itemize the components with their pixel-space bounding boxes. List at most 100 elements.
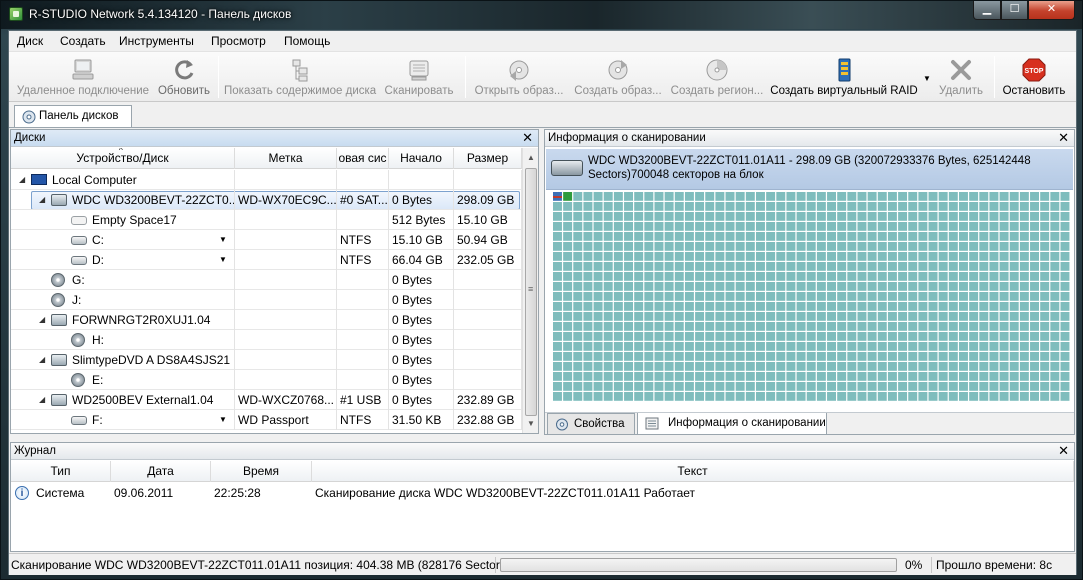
table-row[interactable]: D: ▼ NTFS 66.04 GB 232.05 GB bbox=[11, 250, 522, 270]
app-icon[interactable] bbox=[9, 7, 23, 21]
scan-block bbox=[918, 362, 928, 371]
table-row[interactable]: G: 0 Bytes bbox=[11, 270, 522, 290]
raid-dropdown-arrow[interactable]: ▼ bbox=[923, 74, 931, 83]
scan-block bbox=[684, 302, 694, 311]
scan-block bbox=[583, 212, 593, 221]
minimize-button[interactable]: ▁ bbox=[973, 1, 1001, 20]
scan-block bbox=[654, 262, 664, 271]
dropdown-arrow-icon[interactable]: ▼ bbox=[219, 250, 227, 270]
scan-block bbox=[1050, 212, 1060, 221]
scan-block bbox=[959, 382, 968, 391]
scan-map[interactable] bbox=[553, 192, 1071, 402]
scroll-thumb[interactable]: ≡ bbox=[525, 168, 537, 416]
scan-block bbox=[613, 352, 623, 361]
scan-block bbox=[654, 382, 664, 391]
table-row[interactable]: ◢ WD2500BEV External1.04 WD-WXCZ0768... #1 … bbox=[11, 390, 522, 410]
log-panel-close-icon[interactable]: ✕ bbox=[1058, 443, 1069, 459]
title-bar[interactable]: R-STUDIO Network 5.4.134120 - Панель дис… bbox=[1, 1, 1082, 29]
table-row[interactable]: E: 0 Bytes bbox=[11, 370, 522, 390]
table-row[interactable]: C: ▼ NTFS 15.10 GB 50.94 GB bbox=[11, 230, 522, 250]
table-row[interactable]: J: 0 Bytes bbox=[11, 290, 522, 310]
column-header-size[interactable]: Размер bbox=[454, 148, 522, 169]
table-row[interactable]: Empty Space17 512 Bytes 15.10 GB bbox=[11, 210, 522, 230]
scan-block bbox=[898, 322, 908, 331]
column-header-start[interactable]: Начало bbox=[389, 148, 454, 169]
scan-block bbox=[745, 252, 755, 261]
close-button[interactable]: ✕ bbox=[1028, 1, 1075, 20]
refresh-button[interactable]: Обновить bbox=[155, 54, 213, 100]
tab-scan-info[interactable]: Информация о сканировании bbox=[637, 413, 827, 435]
column-header-type[interactable]: Тип bbox=[11, 461, 111, 482]
scan-block bbox=[867, 272, 877, 281]
log-row[interactable]: i Система 09.06.2011 22:25:28 Сканирован… bbox=[11, 483, 1074, 503]
expand-toggle-icon[interactable]: ◢ bbox=[39, 390, 49, 410]
scan-block bbox=[979, 362, 989, 371]
expand-toggle-icon[interactable]: ◢ bbox=[39, 350, 49, 370]
scan-block bbox=[948, 332, 958, 341]
table-row[interactable]: H: 0 Bytes bbox=[11, 330, 522, 350]
scan-block bbox=[563, 192, 573, 201]
scan-block bbox=[837, 362, 847, 371]
scan-block bbox=[603, 372, 613, 381]
column-header-label[interactable]: Метка bbox=[235, 148, 337, 169]
create-virtual-raid-button[interactable]: Создать виртуальный RAID bbox=[769, 54, 919, 100]
expand-toggle-icon[interactable]: ◢ bbox=[39, 190, 49, 210]
scan-block bbox=[735, 352, 745, 361]
scan-block bbox=[938, 292, 948, 301]
table-row[interactable]: ◢ FORWNRGT2R0XUJ1.04 0 Bytes bbox=[11, 310, 522, 330]
scan-block bbox=[979, 332, 989, 341]
scan-panel-close-icon[interactable]: ✕ bbox=[1058, 130, 1069, 146]
scan-button[interactable]: Сканировать bbox=[379, 54, 459, 100]
scan-block bbox=[756, 272, 765, 281]
cell-label bbox=[235, 350, 337, 370]
column-header-device[interactable]: Устройство/Диск ^ bbox=[11, 148, 235, 169]
scan-block bbox=[634, 382, 644, 391]
column-header-time[interactable]: Время bbox=[211, 461, 312, 482]
dropdown-arrow-icon[interactable]: ▼ bbox=[219, 230, 227, 250]
column-header-date[interactable]: Дата bbox=[111, 461, 211, 482]
table-row[interactable]: ◢ Local Computer bbox=[11, 170, 522, 190]
table-row[interactable]: F: ▼ WD Passport NTFS 31.50 KB 232.88 GB bbox=[11, 410, 522, 430]
scan-block bbox=[654, 202, 664, 211]
scan-block bbox=[735, 362, 745, 371]
menu-tools[interactable]: Инструменты bbox=[119, 34, 194, 48]
menu-disk[interactable]: Диск bbox=[17, 34, 43, 48]
scan-block bbox=[1009, 242, 1019, 251]
maximize-button[interactable]: ☐ bbox=[1001, 1, 1028, 20]
scan-block bbox=[725, 322, 735, 331]
scroll-down-icon[interactable]: ▼ bbox=[523, 416, 539, 432]
column-header-text[interactable]: Текст bbox=[312, 461, 1074, 482]
open-image-button[interactable]: Открыть образ... bbox=[471, 54, 567, 100]
table-row[interactable]: ◢ WDC WD3200BEVT-22ZCT0... WD-WX70EC9C... #… bbox=[11, 190, 522, 210]
menu-view[interactable]: Просмотр bbox=[211, 34, 266, 48]
create-image-button[interactable]: Создать образ... bbox=[570, 54, 666, 100]
expand-toggle-icon[interactable]: ◢ bbox=[39, 310, 49, 330]
scan-block bbox=[1030, 312, 1039, 321]
menu-help[interactable]: Помощь bbox=[284, 34, 330, 48]
stop-button[interactable]: STOP Остановить bbox=[999, 54, 1069, 100]
scan-block bbox=[786, 322, 796, 331]
scan-block bbox=[1030, 332, 1039, 341]
scan-block bbox=[695, 202, 705, 211]
cell-size bbox=[454, 170, 522, 190]
column-header-fs[interactable]: овая сис bbox=[337, 148, 389, 169]
disks-panel-close-icon[interactable]: ✕ bbox=[522, 130, 533, 146]
create-region-button[interactable]: Создать регион... bbox=[668, 54, 766, 100]
tab-properties[interactable]: Свойства bbox=[547, 413, 635, 435]
show-contents-button[interactable]: Показать содержимое диска bbox=[224, 54, 376, 100]
disks-scrollbar[interactable]: ▲ ≡ ▼ bbox=[522, 148, 538, 433]
remote-connect-button[interactable]: Удаленное подключение bbox=[13, 54, 153, 100]
expand-toggle-icon[interactable]: ◢ bbox=[19, 170, 29, 190]
scan-block bbox=[563, 222, 573, 231]
scan-block bbox=[938, 242, 948, 251]
scan-block bbox=[603, 292, 613, 301]
delete-button[interactable]: Удалить bbox=[933, 54, 989, 100]
scan-block bbox=[705, 362, 715, 371]
scan-block bbox=[908, 202, 918, 211]
table-row[interactable]: ◢ SlimtypeDVD A DS8A4SJS21 0 Bytes bbox=[11, 350, 522, 370]
scan-block bbox=[969, 382, 979, 391]
tab-disk-panel[interactable]: Панель дисков bbox=[14, 105, 132, 127]
menu-create[interactable]: Создать bbox=[60, 34, 106, 48]
dropdown-arrow-icon[interactable]: ▼ bbox=[219, 410, 227, 430]
scroll-up-icon[interactable]: ▲ bbox=[523, 150, 539, 166]
